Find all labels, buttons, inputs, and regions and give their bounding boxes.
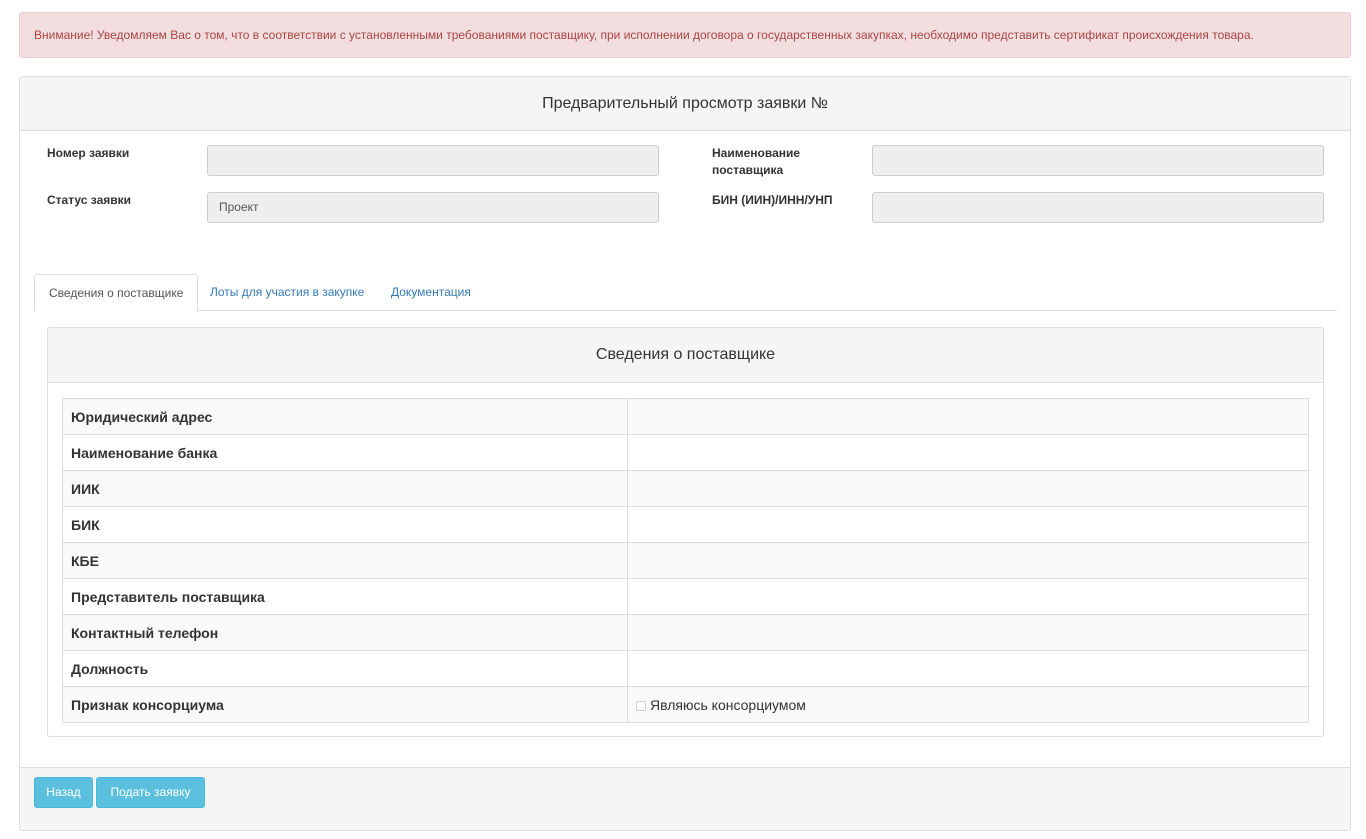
panel-title: Предварительный просмотр заявки № (20, 77, 1350, 131)
consortium-label: Признак консорциума (62, 686, 628, 723)
panel-footer: Назад Подать заявку (20, 767, 1350, 830)
supplier-name-label-line1: Наименование (712, 146, 801, 160)
kbe-value (627, 542, 1309, 579)
table-row: КБЕ (62, 542, 1309, 579)
iik-value (627, 470, 1309, 507)
phone-label: Контактный телефон (62, 614, 628, 651)
application-number-field[interactable] (207, 145, 659, 176)
consortium-value: Являюсь консорциумом (627, 686, 1309, 723)
application-preview-panel: Предварительный просмотр заявки № Номер … (19, 76, 1351, 831)
table-row: БИК (62, 506, 1309, 543)
supplier-name-label-line2: поставщика (712, 163, 784, 177)
representative-value (627, 578, 1309, 615)
table-row: Представитель поставщика (62, 578, 1309, 615)
bank-name-label: Наименование банка (62, 434, 628, 471)
application-number-label: Номер заявки (47, 146, 130, 160)
position-label: Должность (62, 650, 628, 687)
table-row: Юридический адрес (62, 398, 1309, 435)
application-status-label: Статус заявки (47, 193, 132, 207)
tab-documentation[interactable]: Документация (377, 274, 485, 311)
tab-supplier-info[interactable]: Сведения о поставщике (34, 274, 199, 312)
supplier-name-field[interactable] (872, 145, 1324, 176)
tab-lots[interactable]: Лоты для участия в закупке (196, 274, 378, 311)
table-row: Признак консорциума Являюсь консорциумом (62, 686, 1309, 723)
consortium-checkbox[interactable] (636, 700, 646, 711)
kbe-label: КБЕ (62, 542, 628, 579)
representative-label: Представитель поставщика (62, 578, 628, 615)
alert-text: Внимание! Уведомляем Вас о том, что в со… (34, 28, 1254, 42)
bin-field[interactable] (872, 192, 1324, 223)
supplier-info-table: Юридический адрес Наименование банка ИИК… (62, 398, 1309, 723)
warning-alert: Внимание! Уведомляем Вас о том, что в со… (19, 12, 1351, 58)
iik-label: ИИК (62, 470, 628, 507)
tab-bar: Сведения о поставщике Лоты для участия в… (34, 274, 1337, 312)
submit-application-button[interactable]: Подать заявку (96, 777, 205, 808)
legal-address-value (627, 398, 1309, 435)
supplier-info-title: Сведения о поставщике (48, 328, 1323, 383)
legal-address-label: Юридический адрес (62, 398, 628, 435)
bik-value (627, 506, 1309, 543)
table-row: Контактный телефон (62, 614, 1309, 651)
table-row: Должность (62, 650, 1309, 687)
bik-label: БИК (62, 506, 628, 543)
phone-value (627, 614, 1309, 651)
supplier-name-label: Наименование поставщика (712, 145, 800, 179)
bin-label: БИН (ИИН)/ИНН/УНП (712, 193, 833, 207)
position-value (627, 650, 1309, 687)
consortium-checkbox-label: Являюсь консорциумом (650, 696, 806, 713)
back-button[interactable]: Назад (34, 777, 93, 808)
supplier-info-panel: Сведения о поставщике Юридический адрес … (47, 327, 1324, 737)
application-status-field[interactable]: Проект (207, 192, 659, 223)
table-row: Наименование банка (62, 434, 1309, 471)
bank-name-value (627, 434, 1309, 471)
table-row: ИИК (62, 470, 1309, 507)
